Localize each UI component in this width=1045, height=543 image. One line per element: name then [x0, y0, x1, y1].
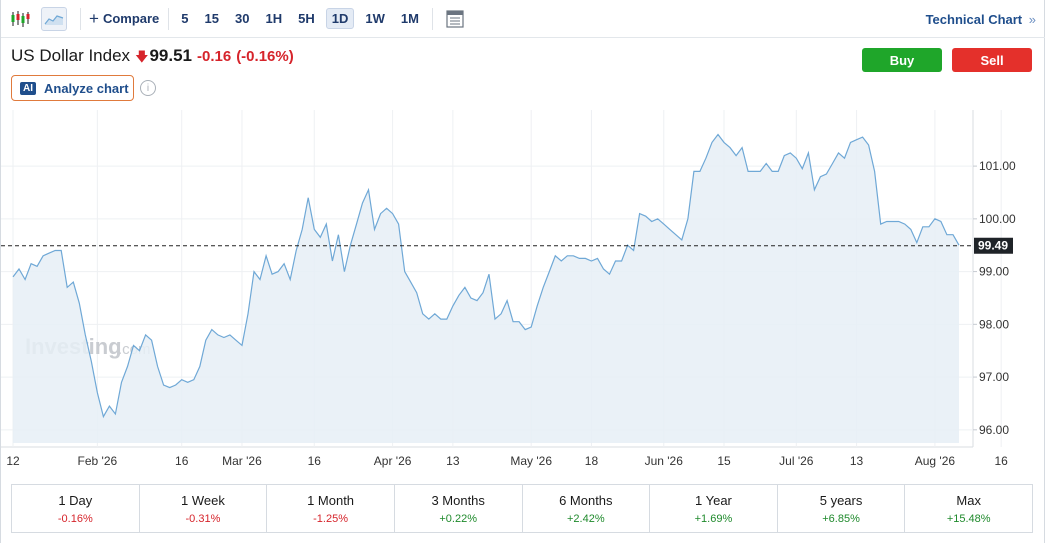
performance-cell[interactable]: 5 years +6.85% [778, 485, 906, 532]
y-axis: 96.00 97.00 98.00 99.00 100.00 101.00 [973, 159, 1016, 437]
performance-cell[interactable]: 1 Day -0.16% [12, 485, 140, 532]
performance-cell[interactable]: 1 Year +1.69% [650, 485, 778, 532]
performance-change: -1.25% [313, 512, 348, 525]
y-tick-label: 97.00 [979, 370, 1009, 384]
performance-cell[interactable]: Max +15.48% [905, 485, 1032, 532]
performance-cell[interactable]: 1 Week -0.31% [140, 485, 268, 532]
performance-change: +2.42% [567, 512, 605, 525]
performance-change: +6.85% [822, 512, 860, 525]
x-tick-label: 18 [585, 454, 599, 468]
double-chevron-right-icon: » [1028, 12, 1036, 27]
performance-cell[interactable]: 1 Month -1.25% [267, 485, 395, 532]
x-tick-label: Aug '26 [915, 454, 956, 468]
performance-change: +0.22% [439, 512, 477, 525]
x-tick-label: Jun '26 [645, 454, 684, 468]
performance-period: 3 Months [431, 492, 485, 508]
x-tick-label: Mar '26 [222, 454, 262, 468]
analyze-chart-label: Analyze chart [44, 80, 129, 96]
y-tick-label: 98.00 [979, 317, 1009, 331]
chart-toolbar: + Compare 5 15 30 1H 5H 1D 1W 1M Technical Char… [1, 0, 1045, 38]
performance-period: 1 Month [307, 492, 355, 508]
interval-30-button[interactable]: 30 [230, 9, 254, 28]
y-tick-label: 99.00 [979, 265, 1009, 279]
interval-15-button[interactable]: 15 [200, 9, 224, 28]
interval-1w-button[interactable]: 1W [360, 9, 390, 28]
buy-button[interactable]: Buy [862, 48, 942, 72]
performance-period: 1 Day [58, 492, 93, 508]
compare-label: Compare [102, 11, 160, 26]
performance-cell[interactable]: 3 Months +0.22% [395, 485, 523, 532]
ai-icon: AI [20, 81, 36, 95]
interval-1d-button[interactable]: 1D [325, 8, 355, 29]
y-tick-label: 100.00 [979, 212, 1016, 226]
price-chart[interactable]: Investing .com 99.49 96.0097.0098.0099.0… [1, 110, 1041, 472]
sell-button[interactable]: Sell [952, 48, 1032, 72]
performance-change: +15.48% [946, 512, 991, 525]
indicators-panel-icon[interactable] [445, 7, 465, 31]
technical-chart-link[interactable]: Technical Chart » [926, 12, 1036, 27]
x-tick-label: 16 [175, 454, 189, 468]
technical-chart-label: Technical Chart [925, 12, 1023, 27]
toolbar-divider [168, 7, 170, 30]
interval-selector: 5 15 30 1H 5H 1D 1W 1M [176, 8, 424, 29]
interval-5-button[interactable]: 5 [176, 9, 193, 28]
chart-widget: + Compare 5 15 30 1H 5H 1D 1W 1M Technical Char… [0, 0, 1045, 543]
compare-button[interactable]: + Compare [89, 10, 159, 27]
performance-period: 1 Year [695, 492, 732, 508]
x-tick-label: May '26 [510, 454, 552, 468]
x-axis: 12 Feb '26 16 Mar '26 16 Apr '26 13 May '26 18 Ju… [6, 454, 1008, 468]
y-tick-label: 101.00 [979, 159, 1016, 173]
x-tick-label: 15 [717, 454, 731, 468]
x-tick-label: Feb '26 [78, 454, 118, 468]
performance-change: -0.16% [57, 512, 93, 525]
performance-period: Max [956, 492, 981, 508]
performance-change: +1.69% [694, 512, 733, 525]
performance-period: 6 Months [559, 492, 613, 508]
x-tick-label: 16 [308, 454, 322, 468]
current-price-label: 99.49 [978, 239, 1008, 253]
x-tick-label: 12 [6, 454, 20, 468]
performance-period: 1 Week [181, 492, 225, 508]
instrument-header: US Dollar Index 🡇 99.51 -0.16 (-0.16%) [11, 46, 294, 70]
instrument-name: US Dollar Index [11, 46, 131, 65]
x-tick-label: Jul '26 [779, 454, 814, 468]
series-area-fill [13, 134, 959, 443]
last-price: 99.51 [149, 46, 192, 65]
price-change: -0.16 [196, 48, 232, 65]
series-area [12, 133, 960, 443]
x-tick-label: 13 [850, 454, 864, 468]
performance-cell[interactable]: 6 Months +2.42% [523, 485, 651, 532]
price-change-percent: (-0.16%) [236, 48, 294, 65]
performance-period: 5 years [819, 492, 863, 508]
y-tick-label: 96.00 [979, 423, 1009, 437]
interval-5h-button[interactable]: 5H [293, 9, 320, 28]
x-tick-label: 16 [994, 454, 1008, 468]
analyze-chart-button[interactable]: AI Analyze chart [11, 75, 134, 101]
info-icon[interactable]: i [140, 80, 156, 96]
x-tick-label: Apr '26 [374, 454, 412, 468]
toolbar-divider [80, 7, 81, 30]
interval-1m-button[interactable]: 1M [396, 9, 424, 28]
price-down-arrow-icon: 🡇 [135, 49, 149, 64]
plus-icon: + [89, 9, 99, 28]
candlestick-chart-icon[interactable] [7, 7, 33, 31]
area-chart-icon[interactable] [41, 6, 67, 31]
toolbar-divider [431, 7, 433, 30]
interval-1h-button[interactable]: 1H [260, 9, 287, 28]
x-tick-label: 13 [446, 454, 460, 468]
performance-summary: 1 Day -0.16% 1 Week -0.31% 1 Month -1.25% 3 Mo… [11, 484, 1033, 533]
performance-change: -0.31% [185, 512, 221, 525]
